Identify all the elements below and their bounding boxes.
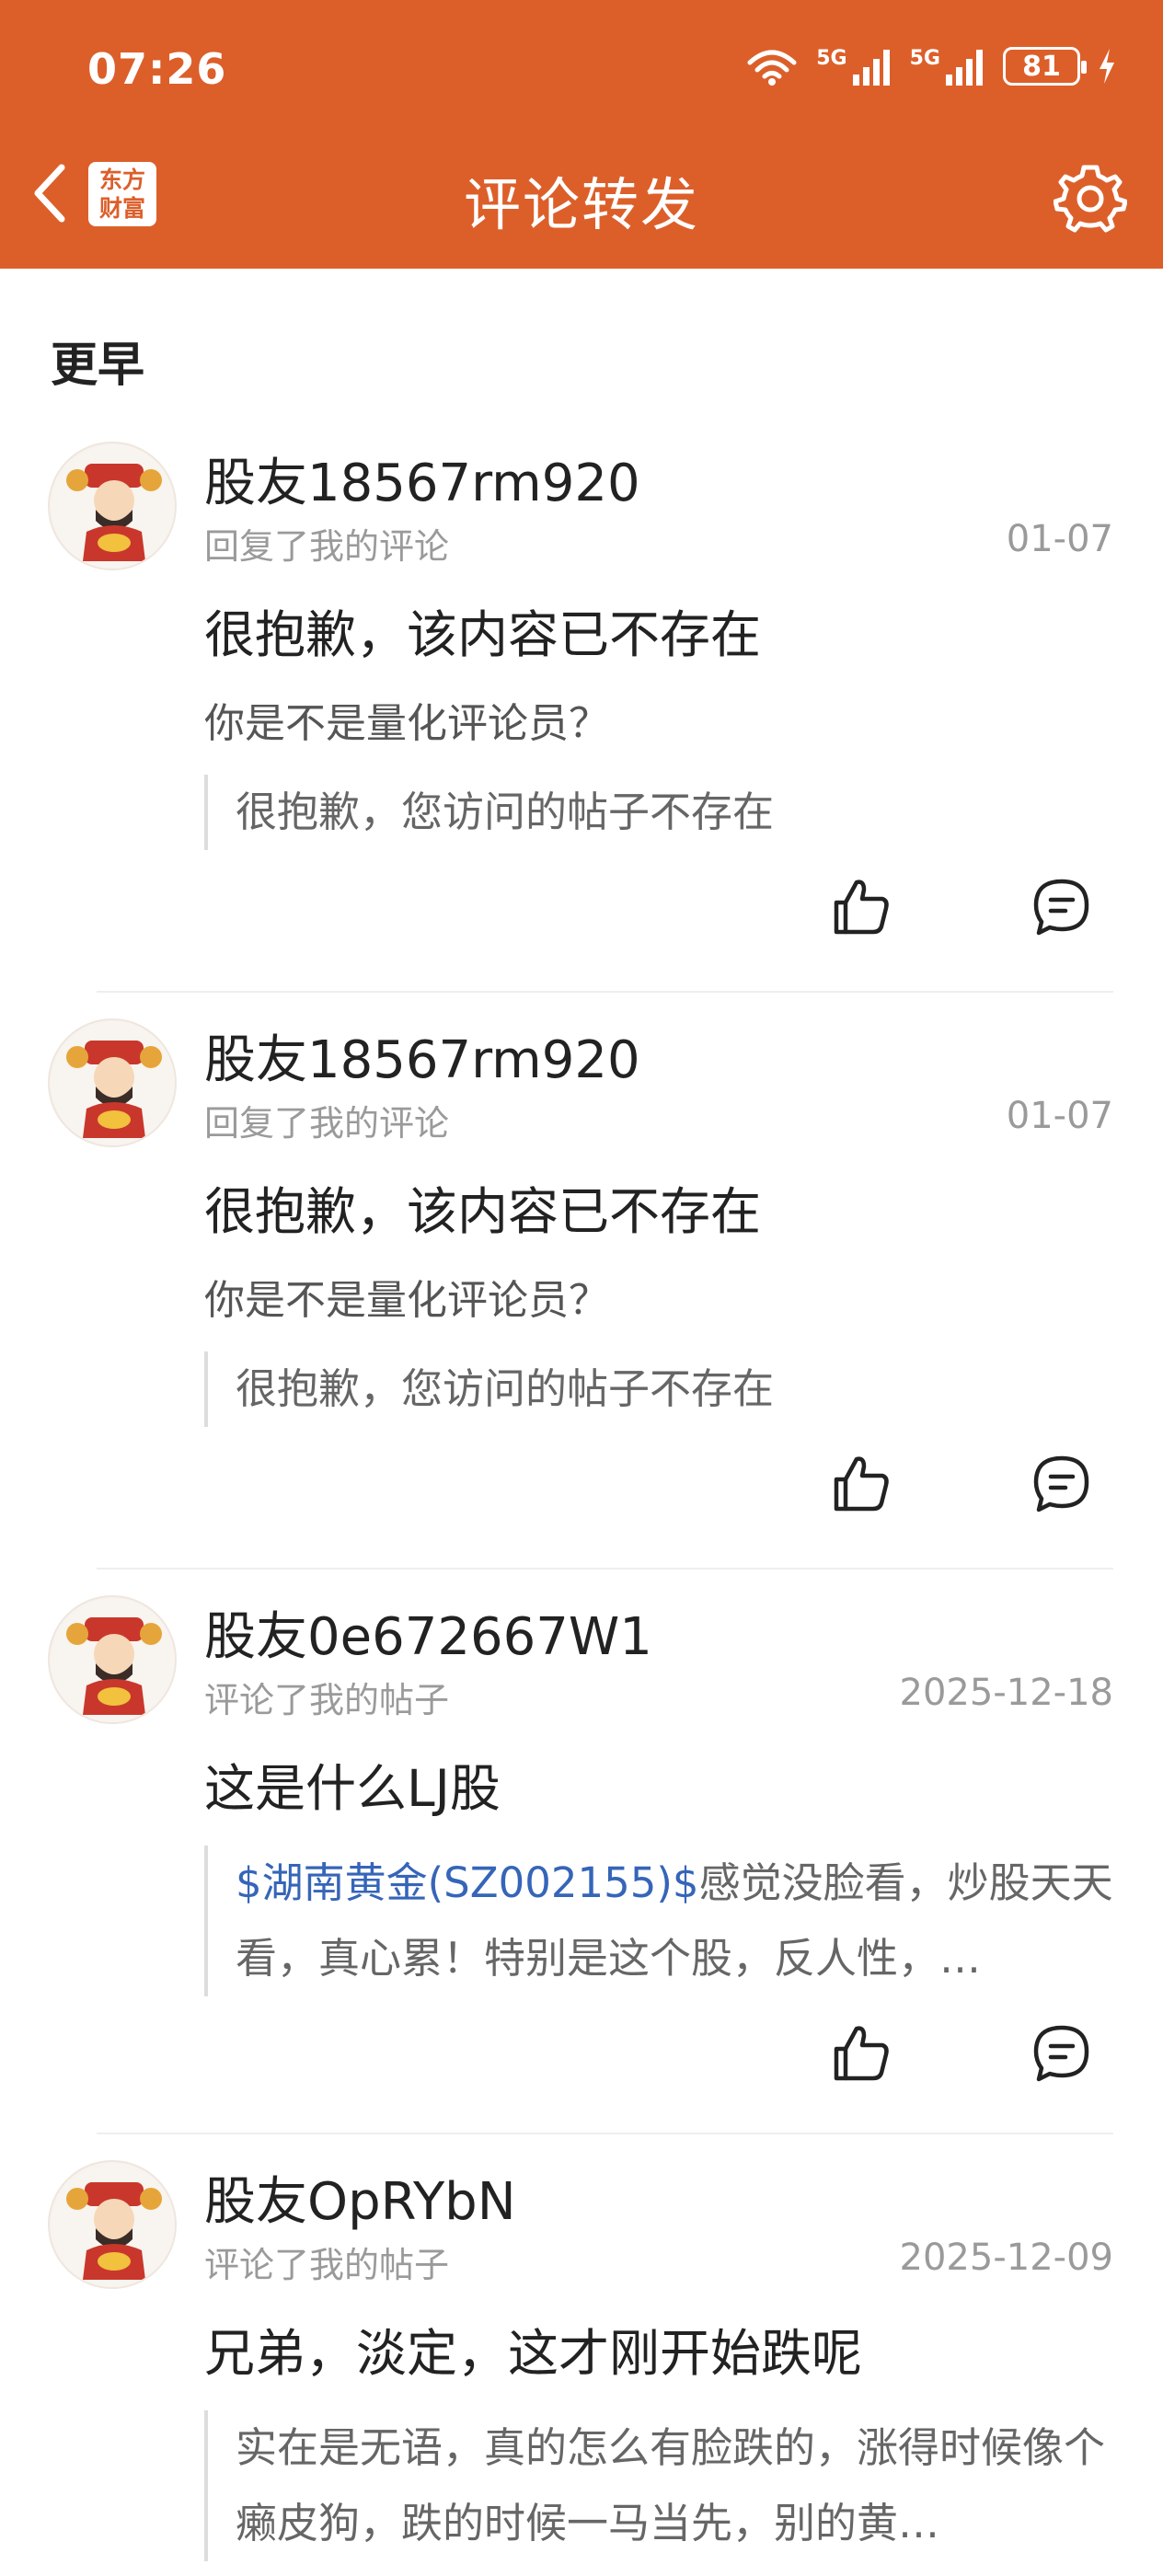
quoted-post[interactable]: 很抱歉，您访问的帖子不存在	[204, 1351, 1115, 1427]
chat-bubble-icon	[1033, 1455, 1089, 1512]
charging-icon	[1097, 47, 1117, 86]
fortune-god-avatar-icon	[52, 1599, 175, 1722]
like-button[interactable]	[828, 2020, 894, 2087]
user-name[interactable]: 股友18567rm920	[204, 1018, 640, 1093]
section-title: 更早	[51, 339, 145, 393]
signal-icon-2: 5G	[910, 47, 986, 86]
action-text: 回复了我的评论	[204, 526, 450, 567]
comment-button[interactable]	[1029, 874, 1095, 940]
stock-tag-link[interactable]: $湖南黄金(SZ002155)$	[236, 1858, 699, 1907]
action-text: 评论了我的帖子	[204, 1680, 450, 1720]
fortune-god-avatar-icon	[52, 1022, 175, 1145]
date-label: 2025-12-18	[899, 1672, 1113, 1714]
comment-button[interactable]	[1029, 1451, 1095, 1517]
app-header: 07:26 5G 5G 81 东方 财富 评论转发	[0, 0, 1163, 269]
quoted-text: 实在是无语，真的怎么有脸跌的，涨得时候像个癞皮狗，跌的时候一马当先，别的黄…	[236, 2423, 1106, 2547]
fortune-god-avatar-icon	[52, 445, 175, 569]
divider	[97, 1568, 1113, 1570]
date-label: 01-07	[1006, 1095, 1113, 1137]
action-text: 评论了我的帖子	[204, 2245, 450, 2285]
avatar[interactable]	[48, 1018, 177, 1147]
quoted-text: 很抱歉，您访问的帖子不存在	[236, 788, 775, 836]
wifi-icon	[744, 46, 800, 86]
chat-bubble-icon	[1033, 879, 1089, 936]
battery-level: 81	[1022, 50, 1061, 83]
settings-button[interactable]	[1053, 161, 1128, 236]
user-name[interactable]: 股友0e672667W1	[204, 1595, 652, 1670]
network-label-2: 5G	[909, 47, 940, 70]
user-name[interactable]: 股友18567rm920	[204, 442, 640, 516]
divider	[97, 991, 1113, 993]
divider	[97, 2133, 1113, 2134]
chat-bubble-icon	[1033, 2025, 1089, 2082]
thumbs-up-icon	[834, 1456, 889, 1512]
status-icons: 5G 5G 81	[744, 46, 1117, 86]
user-name[interactable]: 股友OpRYbN	[204, 2160, 516, 2235]
date-label: 01-07	[1006, 518, 1113, 560]
network-label-1: 5G	[816, 47, 847, 70]
reply-text[interactable]: 你是不是量化评论员？	[204, 690, 609, 749]
fortune-god-avatar-icon	[52, 2164, 175, 2287]
battery-icon: 81	[1003, 47, 1087, 86]
signal-icon-1: 5G	[816, 47, 892, 86]
avatar[interactable]	[48, 1595, 177, 1724]
headline[interactable]: 很抱歉，该内容已不存在	[204, 593, 761, 667]
quoted-post[interactable]: 很抱歉，您访问的帖子不存在	[204, 775, 1115, 850]
gear-icon	[1054, 165, 1127, 233]
headline[interactable]: 这是什么LJ股	[204, 1747, 501, 1821]
thumbs-up-icon	[834, 880, 889, 935]
like-button[interactable]	[828, 874, 894, 940]
status-time: 07:26	[87, 44, 227, 94]
avatar[interactable]	[48, 2160, 177, 2289]
reply-text[interactable]: 你是不是量化评论员？	[204, 1267, 609, 1326]
comment-button[interactable]	[1029, 2020, 1095, 2087]
avatar[interactable]	[48, 442, 177, 570]
date-label: 2025-12-09	[899, 2237, 1113, 2279]
action-text: 回复了我的评论	[204, 1103, 450, 1144]
quoted-post[interactable]: $湖南黄金(SZ002155)$感觉没脸看，炒股天天看，真心累！特别是这个股，反…	[204, 1846, 1115, 1996]
page-title: 评论转发	[463, 171, 699, 238]
quoted-post[interactable]: 实在是无语，真的怎么有脸跌的，涨得时候像个癞皮狗，跌的时候一马当先，别的黄…	[204, 2410, 1115, 2561]
headline[interactable]: 兄弟，淡定，这才刚开始跌呢	[204, 2312, 862, 2386]
headline[interactable]: 很抱歉，该内容已不存在	[204, 1170, 761, 1244]
thumbs-up-icon	[834, 2026, 889, 2081]
quoted-text: 很抱歉，您访问的帖子不存在	[236, 1364, 775, 1413]
like-button[interactable]	[828, 1451, 894, 1517]
